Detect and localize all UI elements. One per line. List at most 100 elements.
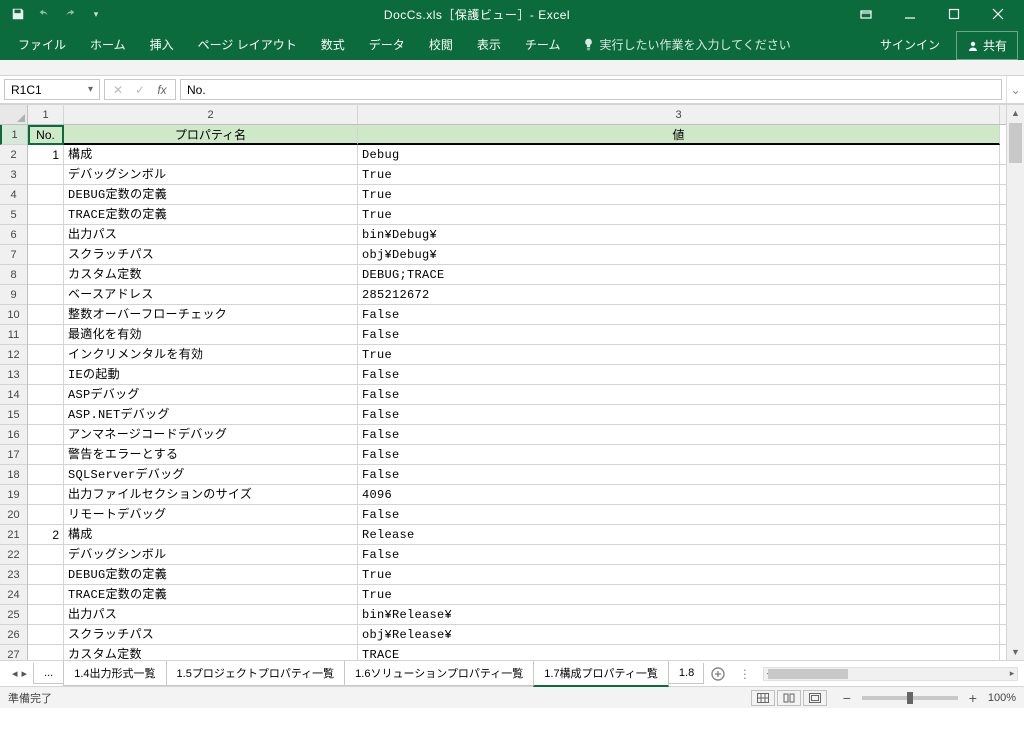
row-header[interactable]: 14: [0, 385, 27, 405]
cell-no[interactable]: [28, 465, 64, 484]
cell-no[interactable]: [28, 405, 64, 424]
share-button[interactable]: 共有: [956, 31, 1018, 60]
cell-val[interactable]: obj¥Debug¥: [358, 245, 1000, 264]
cell-val[interactable]: False: [358, 545, 1000, 564]
cell-val[interactable]: Release: [358, 525, 1000, 544]
cell-val[interactable]: True: [358, 185, 1000, 204]
cell-val[interactable]: obj¥Release¥: [358, 625, 1000, 644]
cell-no[interactable]: [28, 625, 64, 644]
row-header[interactable]: 15: [0, 405, 27, 425]
cell-val[interactable]: True: [358, 585, 1000, 604]
cell-val[interactable]: 285212672: [358, 285, 1000, 304]
row-header[interactable]: 7: [0, 245, 27, 265]
row-header[interactable]: 8: [0, 265, 27, 285]
cell-val[interactable]: bin¥Debug¥: [358, 225, 1000, 244]
cell-val[interactable]: False: [358, 385, 1000, 404]
col-header[interactable]: 3: [358, 105, 1000, 124]
cell-no[interactable]: [28, 425, 64, 444]
sheet-nav-prev-icon[interactable]: ◂: [12, 667, 18, 680]
cell-no[interactable]: [28, 485, 64, 504]
save-icon[interactable]: [6, 3, 30, 25]
cell-prop[interactable]: スクラッチパス: [64, 245, 358, 264]
cell-prop[interactable]: スクラッチパス: [64, 625, 358, 644]
row-header[interactable]: 19: [0, 485, 27, 505]
header-cell-prop[interactable]: プロパティ名: [64, 125, 358, 145]
formula-input[interactable]: [187, 83, 995, 97]
grid[interactable]: No. プロパティ名 値 1構成DebugデバッグシンボルTrueDEBUG定数…: [28, 125, 1006, 660]
cell-prop[interactable]: カスタム定数: [64, 645, 358, 660]
row-header[interactable]: 17: [0, 445, 27, 465]
sheet-nav-next-icon[interactable]: ▸: [22, 667, 28, 680]
sheet-tab-overflow[interactable]: 1.8: [668, 663, 704, 684]
row-header[interactable]: 9: [0, 285, 27, 305]
tabs-resize-handle[interactable]: ⋮: [733, 667, 757, 681]
sheet-tab-overflow[interactable]: ...: [33, 663, 64, 684]
cell-no[interactable]: [28, 385, 64, 404]
col-header[interactable]: 2: [64, 105, 358, 124]
scroll-down-icon[interactable]: ▼: [1007, 644, 1024, 660]
cell-prop[interactable]: TRACE定数の定義: [64, 205, 358, 224]
cell-no[interactable]: [28, 325, 64, 344]
row-header[interactable]: 3: [0, 165, 27, 185]
cell-prop[interactable]: 出力パス: [64, 605, 358, 624]
cell-val[interactable]: 4096: [358, 485, 1000, 504]
cell-val[interactable]: False: [358, 305, 1000, 324]
view-normal-icon[interactable]: [751, 690, 775, 706]
undo-icon[interactable]: [32, 3, 56, 25]
accept-formula-icon[interactable]: ✓: [129, 83, 151, 97]
tab-formulas[interactable]: 数式: [309, 29, 357, 60]
row-header[interactable]: 27: [0, 645, 27, 660]
row-header[interactable]: 10: [0, 305, 27, 325]
row-header[interactable]: 11: [0, 325, 27, 345]
cell-prop[interactable]: デバッグシンボル: [64, 545, 358, 564]
cell-prop[interactable]: 構成: [64, 525, 358, 544]
cell-prop[interactable]: リモートデバッグ: [64, 505, 358, 524]
row-header[interactable]: 2: [0, 145, 27, 165]
row-header[interactable]: 16: [0, 425, 27, 445]
cell-prop[interactable]: 整数オーバーフローチェック: [64, 305, 358, 324]
cell-val[interactable]: bin¥Release¥: [358, 605, 1000, 624]
horizontal-scrollbar[interactable]: ◂ ▸: [763, 667, 1018, 681]
signin-button[interactable]: サインイン: [870, 29, 950, 60]
cell-prop[interactable]: 最適化を有効: [64, 325, 358, 344]
zoom-level[interactable]: 100%: [988, 692, 1016, 704]
cell-val[interactable]: DEBUG;TRACE: [358, 265, 1000, 284]
row-header[interactable]: 26: [0, 625, 27, 645]
tab-home[interactable]: ホーム: [78, 29, 138, 60]
formula-input-wrap[interactable]: [180, 79, 1002, 100]
hscroll-thumb[interactable]: [768, 669, 848, 679]
minimize-icon[interactable]: [890, 3, 930, 25]
cell-val[interactable]: True: [358, 345, 1000, 364]
row-header[interactable]: 6: [0, 225, 27, 245]
cell-prop[interactable]: TRACE定数の定義: [64, 585, 358, 604]
cell-prop[interactable]: 構成: [64, 145, 358, 164]
zoom-slider[interactable]: [862, 696, 958, 700]
cell-val[interactable]: False: [358, 465, 1000, 484]
zoom-thumb[interactable]: [907, 692, 913, 704]
cell-no[interactable]: [28, 265, 64, 284]
maximize-icon[interactable]: [934, 3, 974, 25]
cell-no[interactable]: [28, 505, 64, 524]
add-sheet-button[interactable]: [703, 667, 733, 681]
cell-no[interactable]: [28, 645, 64, 660]
view-page-break-icon[interactable]: [803, 690, 827, 706]
ribbon-display-icon[interactable]: [846, 3, 886, 25]
cell-prop[interactable]: インクリメンタルを有効: [64, 345, 358, 364]
row-header[interactable]: 23: [0, 565, 27, 585]
cell-no[interactable]: [28, 445, 64, 464]
redo-icon[interactable]: [58, 3, 82, 25]
tab-file[interactable]: ファイル: [6, 29, 78, 60]
row-header[interactable]: 18: [0, 465, 27, 485]
qat-customize-icon[interactable]: ▾: [84, 3, 108, 25]
zoom-out-button[interactable]: −: [840, 690, 854, 706]
cell-prop[interactable]: デバッグシンボル: [64, 165, 358, 184]
cell-val[interactable]: True: [358, 205, 1000, 224]
cell-val[interactable]: False: [358, 405, 1000, 424]
cell-no[interactable]: [28, 185, 64, 204]
cell-prop[interactable]: ASP.NETデバッグ: [64, 405, 358, 424]
col-header[interactable]: 1: [28, 105, 64, 124]
row-header[interactable]: 20: [0, 505, 27, 525]
cell-prop[interactable]: アンマネージコードデバッグ: [64, 425, 358, 444]
scroll-right-icon[interactable]: ▸: [1005, 668, 1019, 680]
row-header[interactable]: 25: [0, 605, 27, 625]
